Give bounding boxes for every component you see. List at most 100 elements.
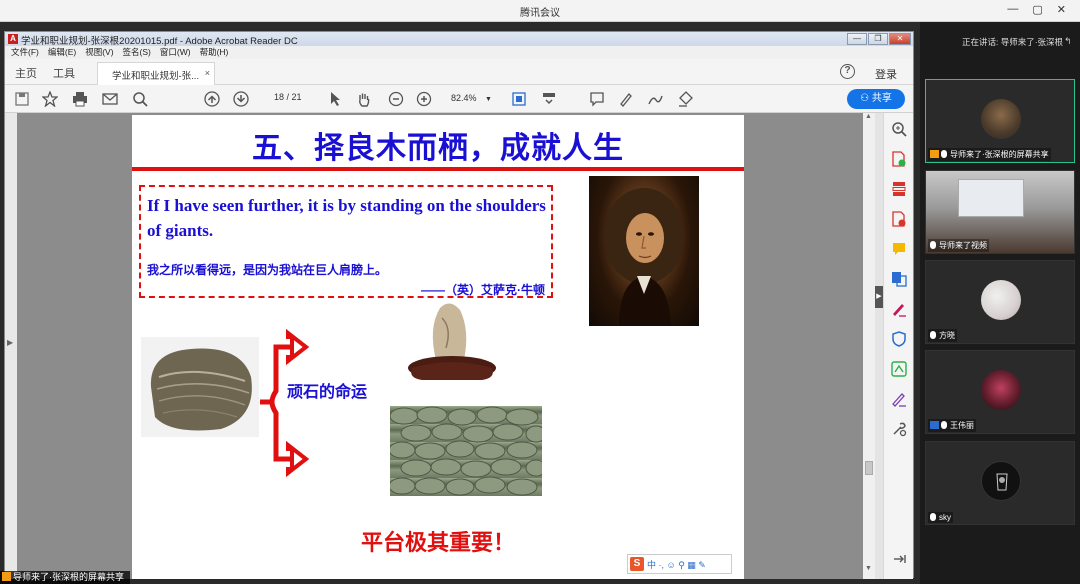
page-number-field[interactable]: 18 / 21 <box>262 92 302 102</box>
tab-document[interactable]: 学业和职业规划-张... × <box>97 62 215 85</box>
select-cursor-icon[interactable] <box>327 90 345 108</box>
share-user-icon: ⚇ <box>860 93 872 104</box>
search-icon[interactable] <box>131 90 149 108</box>
window-controls: — ▢ ✕ <box>1007 3 1066 16</box>
acrobat-reader-window: A 学业和职业规划-张深根20201015.pdf - Adobe Acroba… <box>4 31 914 579</box>
participant-name: 王伟丽 <box>950 421 974 430</box>
vertical-scrollbar[interactable]: ▲ ▼ <box>863 113 875 579</box>
zoom-level-select[interactable]: 82.4% ▼ <box>451 93 492 103</box>
avatar <box>981 280 1021 320</box>
stamp-icon[interactable] <box>676 90 694 108</box>
ime-status-text: 中 ·, ☺ ⚲ ▦ ✎ <box>647 559 706 570</box>
next-page-icon[interactable] <box>232 90 250 108</box>
collapse-right-panel-button[interactable]: ▶ <box>875 286 883 308</box>
scroll-mode-icon[interactable] <box>540 90 558 108</box>
create-pdf-icon[interactable] <box>891 151 907 167</box>
left-panel-toggle[interactable]: ▶ <box>5 113 17 579</box>
participant-tile[interactable]: 方晓 <box>925 260 1075 344</box>
tab-home[interactable]: 主页 <box>15 65 37 81</box>
avatar <box>981 99 1021 139</box>
reader-close-button[interactable]: ✕ <box>889 33 911 45</box>
previous-page-icon[interactable] <box>203 90 221 108</box>
host-icon <box>930 150 939 158</box>
combine-files-icon[interactable] <box>891 271 907 287</box>
participant-tile[interactable]: 王伟丽 <box>925 350 1075 434</box>
branch-arrows-icon <box>260 328 310 477</box>
sign-icon[interactable] <box>646 90 664 108</box>
fill-sign-icon[interactable] <box>891 301 907 317</box>
tab-close-icon[interactable]: × <box>205 68 210 78</box>
maximize-button[interactable]: ▢ <box>1032 3 1042 16</box>
zoom-level-value: 82.4% <box>451 93 477 103</box>
comment-icon[interactable] <box>588 90 606 108</box>
mic-icon <box>941 421 947 429</box>
right-tools-pane <box>883 113 913 579</box>
participant-tile[interactable]: sky <box>925 441 1075 525</box>
stone-wall-image <box>388 406 547 496</box>
participant-label: 导师来了视频 <box>928 239 989 252</box>
save-icon[interactable] <box>13 90 31 108</box>
menu-file[interactable]: 文件(F) <box>11 46 39 59</box>
menu-help[interactable]: 帮助(H) <box>200 46 229 59</box>
scroll-up-icon[interactable]: ▲ <box>865 113 872 120</box>
reader-tab-row: 主页 工具 学业和职业规划-张... × ? 登录 <box>5 59 913 85</box>
reader-minimize-button[interactable]: — <box>847 33 867 45</box>
share-button[interactable]: ⚇ 共享 <box>847 89 905 109</box>
send-for-signature-icon[interactable] <box>891 391 907 407</box>
menu-edit[interactable]: 编辑(E) <box>48 46 76 59</box>
comment-tool-icon[interactable] <box>891 241 907 257</box>
optimize-pdf-icon[interactable] <box>891 361 907 377</box>
meeting-title: 腾讯会议 <box>520 8 560 19</box>
menu-window[interactable]: 窗口(W) <box>160 46 191 59</box>
stone-on-pedestal-image <box>402 298 502 384</box>
fit-page-icon[interactable] <box>510 90 528 108</box>
title-divider <box>132 167 744 171</box>
minimize-button[interactable]: — <box>1007 3 1018 16</box>
login-link[interactable]: 登录 <box>875 66 897 82</box>
close-button[interactable]: ✕ <box>1057 3 1066 16</box>
menu-view[interactable]: 视图(V) <box>85 46 113 59</box>
participant-name: 导师来了视频 <box>939 241 987 250</box>
participant-label: 方晓 <box>928 329 957 342</box>
current-page-input[interactable]: 18 <box>262 92 284 102</box>
sogou-logo-icon: S <box>630 557 644 571</box>
slide-title: 五、择良木而栖，成就人生 <box>252 131 624 166</box>
input-method-bar[interactable]: S 中 ·, ☺ ⚲ ▦ ✎ <box>627 554 732 574</box>
menu-sign[interactable]: 签名(S) <box>123 46 151 59</box>
hand-tool-icon[interactable] <box>355 90 373 108</box>
zoom-in-icon[interactable] <box>415 90 433 108</box>
organize-pages-icon[interactable] <box>891 181 907 197</box>
quote-english: If I have seen further, it is by standin… <box>147 196 546 240</box>
export-pdf-icon[interactable] <box>891 211 907 227</box>
stone-fate-label: 顽石的命运 <box>287 384 368 401</box>
tab-tools[interactable]: 工具 <box>53 65 75 81</box>
scrollbar-thumb[interactable] <box>865 461 873 475</box>
collapse-panel-icon[interactable]: ↰ <box>1064 36 1078 48</box>
scroll-down-icon[interactable]: ▼ <box>865 565 872 572</box>
collapse-tools-icon[interactable] <box>891 551 907 567</box>
participant-name: sky <box>939 513 951 522</box>
mic-icon <box>930 241 936 249</box>
participant-tile[interactable]: 导师来了视频 <box>925 170 1075 254</box>
zoom-tool-icon[interactable] <box>891 121 907 137</box>
avatar <box>981 370 1021 410</box>
help-icon[interactable]: ? <box>840 64 855 79</box>
email-icon[interactable] <box>101 90 119 108</box>
more-tools-icon[interactable] <box>891 421 907 437</box>
print-icon[interactable] <box>71 90 89 108</box>
tab-document-label: 学业和职业规划-张... <box>112 71 200 82</box>
participant-tile[interactable]: 导师来了·张深根的屏幕共享 <box>925 79 1075 163</box>
projection-screen <box>958 179 1024 217</box>
screen-share-tag: 导师来了·张深根的屏幕共享 <box>0 571 130 584</box>
highlight-pen-icon[interactable] <box>617 90 635 108</box>
bookmark-star-icon[interactable] <box>41 90 59 108</box>
chevron-down-icon: ▼ <box>485 96 492 103</box>
protect-shield-icon[interactable] <box>891 331 907 347</box>
zoom-out-icon[interactable] <box>387 90 405 108</box>
participant-label: 导师来了·张深根的屏幕共享 <box>928 148 1051 161</box>
avatar <box>981 461 1021 501</box>
total-pages: / 21 <box>286 92 302 102</box>
newton-portrait-image <box>589 176 699 326</box>
reader-restore-button[interactable]: ❐ <box>868 33 888 45</box>
screen-share-label: 导师来了·张深根的屏幕共享 <box>13 572 124 582</box>
